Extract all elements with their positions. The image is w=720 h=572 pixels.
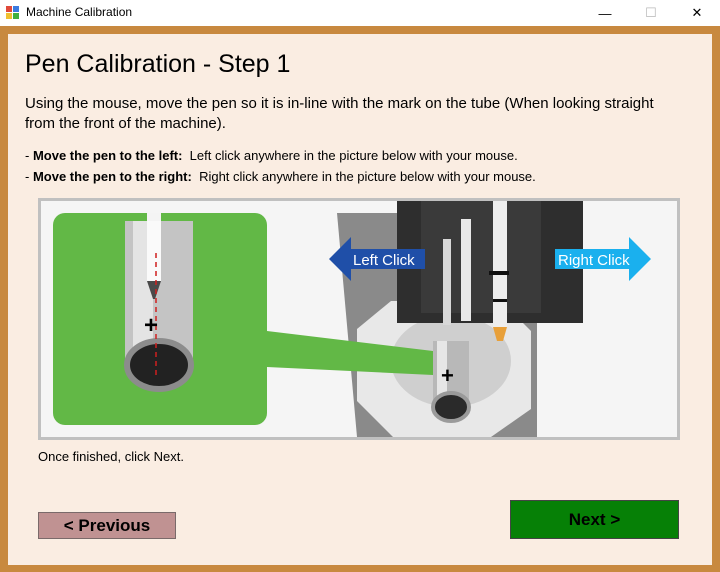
calibration-picture[interactable]: + + Left Click Right Click (38, 198, 680, 440)
instruction-bullet: - (25, 169, 33, 184)
instruction-right-title: Move the pen to the right: (32, 169, 192, 184)
close-button[interactable]: ✕ (674, 0, 720, 26)
instruction-left-text: Left click anywhere in the picture below… (182, 148, 518, 163)
intro-text: Using the mouse, move the pen so it is i… (25, 95, 654, 132)
minimize-button[interactable]: — (582, 0, 628, 26)
minimize-icon: — (598, 5, 612, 21)
right-click-label: Right Click (558, 252, 630, 269)
instruction-right-text: Right click anywhere in the picture belo… (191, 169, 536, 184)
instruction-left: - Move the pen to the left: Left click a… (25, 148, 518, 163)
maximize-button[interactable]: ☐ (628, 0, 674, 26)
app-icon (6, 6, 19, 19)
maximize-icon: ☐ (645, 5, 657, 20)
instruction-left-title: Move the pen to the left: (32, 148, 183, 163)
title-bar: Machine Calibration — ☐ ✕ (0, 0, 720, 26)
machine-tube-mark: + (441, 363, 454, 388)
machine-calibration-window: Machine Calibration — ☐ ✕ Pen Calibratio… (0, 0, 720, 572)
inset-tube-mark: + (144, 312, 158, 339)
pen-holder-left (443, 239, 451, 325)
left-click-label: Left Click (353, 252, 415, 269)
pen-holder-right (493, 201, 507, 327)
close-icon: ✕ (691, 5, 703, 20)
pen-holder-middle (461, 219, 471, 321)
instruction-right: - Move the pen to the right: Right click… (25, 169, 536, 184)
page-title: Pen Calibration - Step 1 (25, 50, 291, 78)
calibration-illustration: + + Left Click Right Click (41, 201, 677, 437)
inset-tube-opening (124, 338, 194, 392)
dialog-content: Pen Calibration - Step 1 Using the mouse… (8, 34, 712, 565)
instruction-bullet: - (25, 148, 33, 163)
window-title: Machine Calibration (26, 5, 133, 19)
previous-button[interactable]: < Previous (38, 512, 176, 539)
next-button[interactable]: Next > (510, 500, 679, 539)
finished-text: Once finished, click Next. (38, 449, 184, 464)
